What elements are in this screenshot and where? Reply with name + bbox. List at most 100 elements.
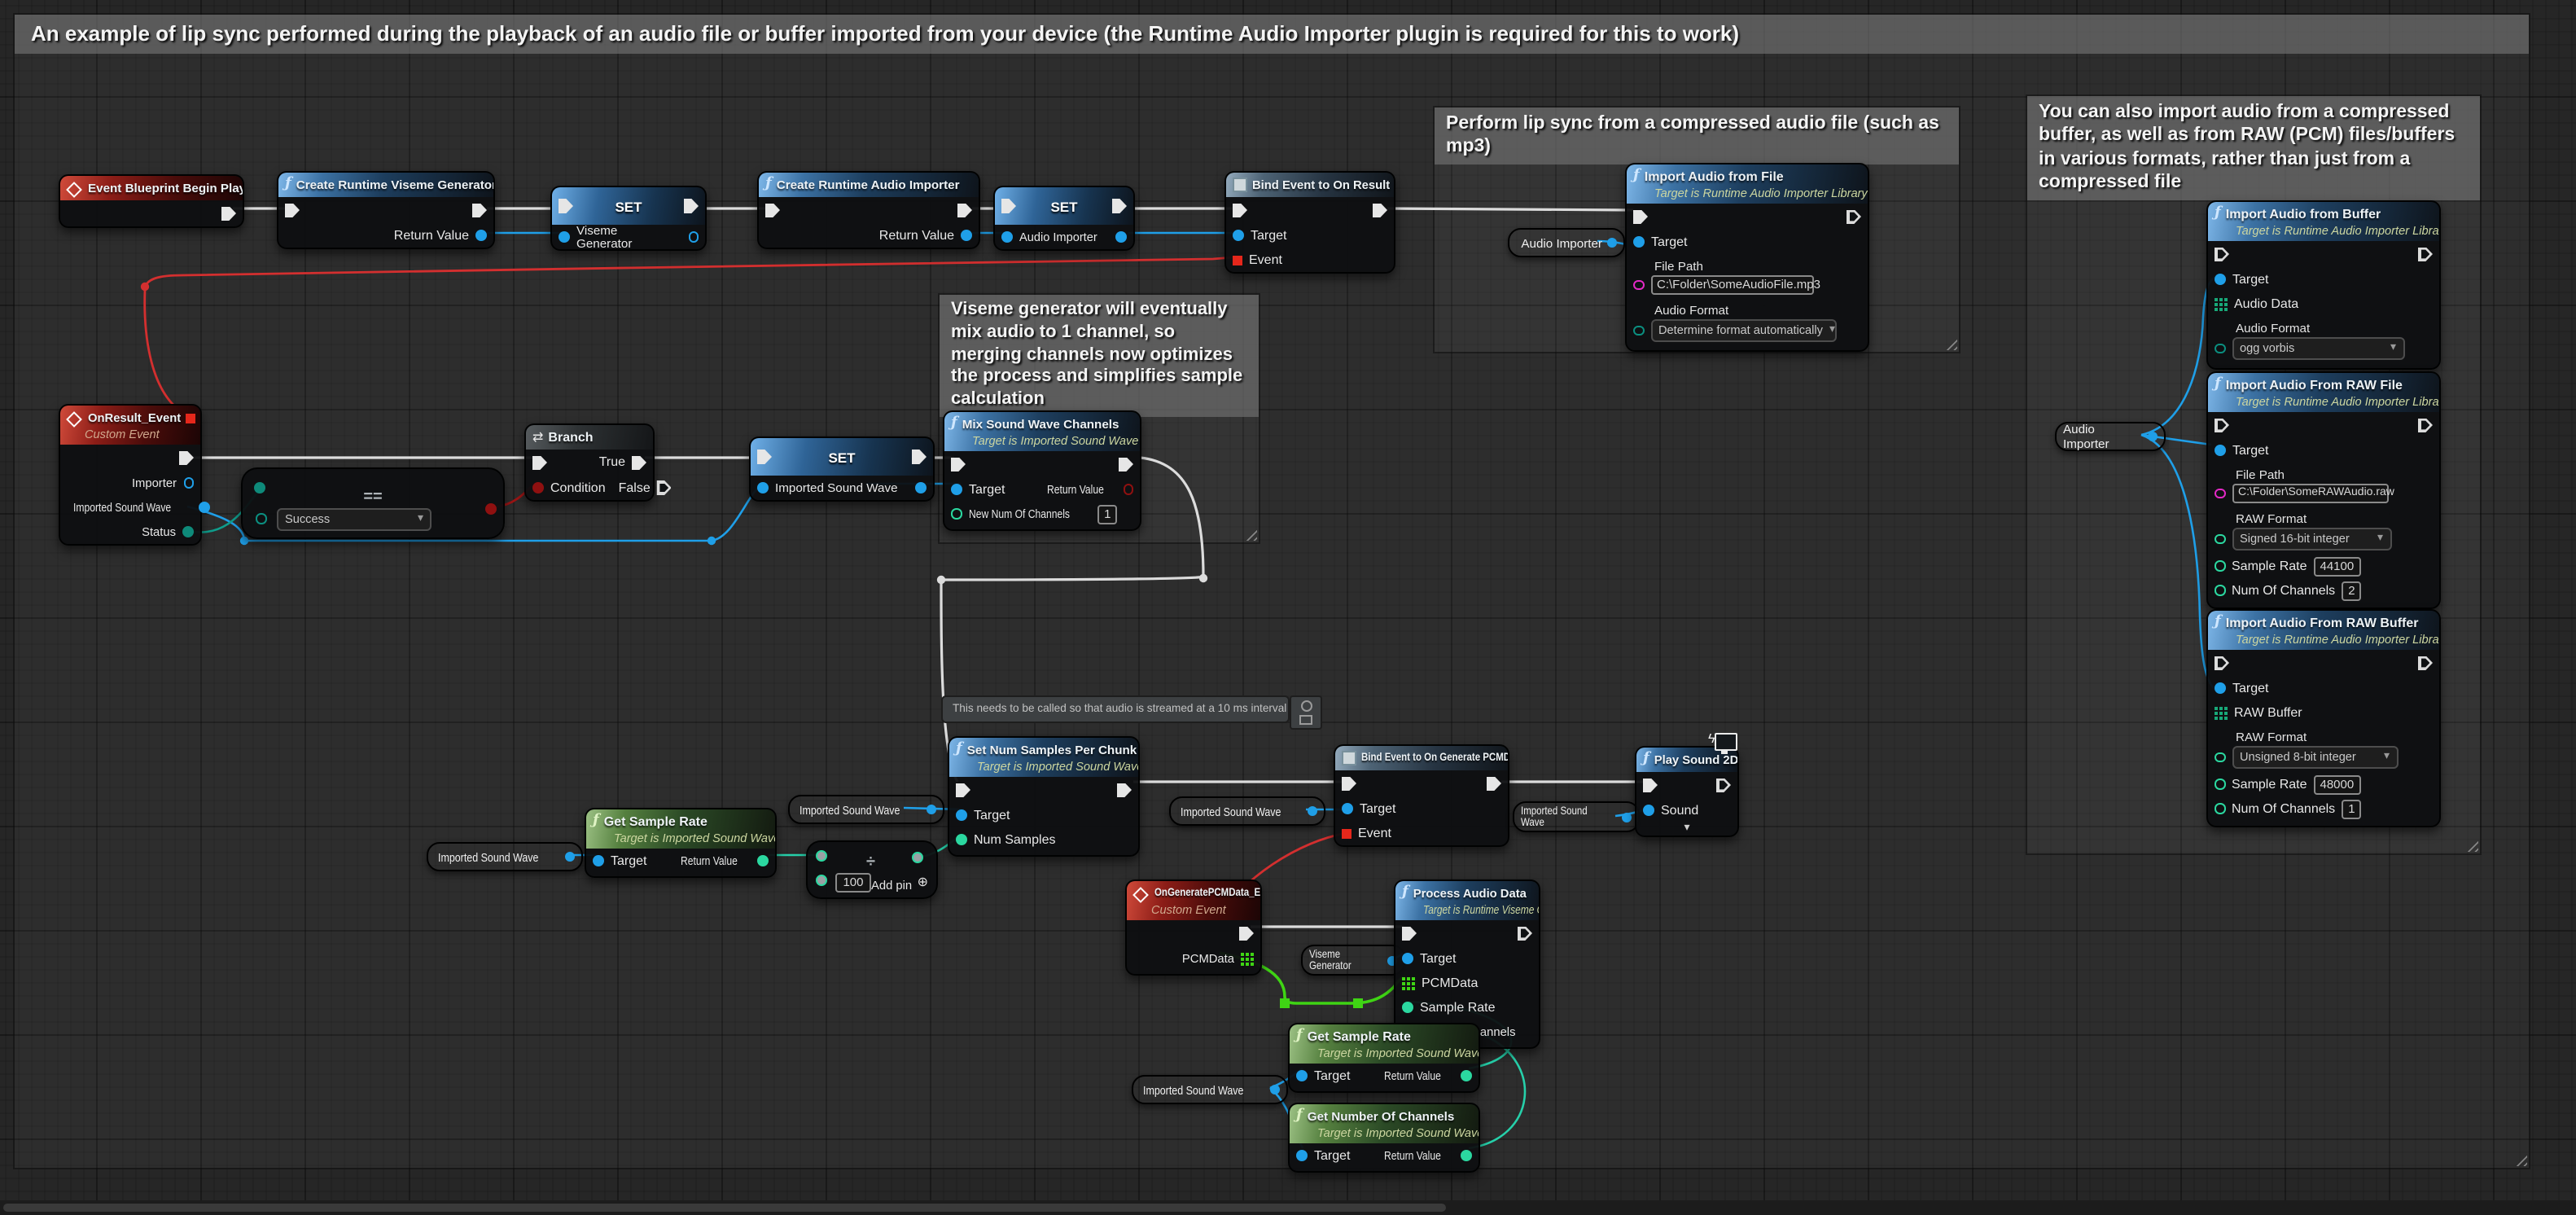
num-samples-pin[interactable] (956, 834, 967, 845)
node-get-sample-rate[interactable]: ƒ Get Sample Rate Target is Imported Sou… (585, 808, 777, 878)
comment-resize-handle[interactable] (2512, 1151, 2527, 1166)
true-exec-pin[interactable] (632, 455, 646, 470)
num-channels-field[interactable]: 1 (1097, 504, 1117, 524)
exec-in-pin[interactable] (1643, 778, 1658, 792)
return-value-pin[interactable] (1123, 485, 1133, 495)
event-delegate-pin[interactable] (1233, 255, 1242, 265)
importer-pin[interactable] (183, 478, 194, 489)
new-num-channels-pin[interactable] (951, 509, 962, 520)
sample-rate-pin[interactable] (2215, 779, 2225, 790)
result-pin[interactable] (912, 852, 923, 863)
exec-in-pin[interactable] (951, 457, 966, 472)
node-equal-enum[interactable]: == Success▾ (241, 467, 505, 539)
exec-in-pin[interactable] (2215, 656, 2229, 670)
raw-format-pin[interactable] (2215, 752, 2225, 763)
sound-pin[interactable] (1643, 805, 1654, 816)
target-pin[interactable] (2215, 274, 2226, 285)
node-create-runtime-viseme-generator[interactable]: ƒ Create Runtime Viseme Generator Return… (277, 171, 495, 249)
target-pin[interactable] (1296, 1070, 1308, 1081)
var-out-pin[interactable] (927, 805, 936, 814)
exec-out-pin[interactable] (2418, 247, 2433, 261)
horizontal-scrollbar[interactable] (0, 1200, 2576, 1215)
return-value-pin[interactable] (1461, 1150, 1472, 1161)
exec-out-pin[interactable] (1487, 776, 1501, 791)
comment-viseme-header[interactable]: Viseme generator will eventually mix aud… (940, 295, 1259, 417)
variable-pill-imported-sound-wave[interactable]: Imported Sound Wave (1513, 801, 1640, 832)
target-pin[interactable] (1233, 230, 1244, 241)
node-event-begin-play[interactable]: Event Blueprint Begin Play (59, 174, 244, 228)
comment-bubble-icon[interactable] (1299, 715, 1312, 725)
variable-pill-imported-sound-wave[interactable]: Imported Sound Wave (1132, 1075, 1288, 1104)
var-out-pin[interactable] (915, 482, 927, 493)
bool-out-pin[interactable] (485, 503, 497, 515)
pcmdata-array-pin[interactable] (1402, 976, 1415, 989)
status-pin[interactable] (182, 526, 194, 537)
comment-outer-header[interactable]: An example of lip sync performed during … (15, 15, 2529, 55)
file-path-pin[interactable] (1633, 280, 1644, 291)
exec-in-pin[interactable] (1402, 926, 1417, 941)
exec-in-pin[interactable] (285, 203, 300, 217)
delegate-pin[interactable] (186, 413, 195, 423)
target-pin[interactable] (2215, 682, 2226, 694)
raw-format-dropdown[interactable]: Signed 16-bit integer▾ (2232, 528, 2391, 550)
exec-out-pin[interactable] (2418, 656, 2433, 670)
enum-in-pin[interactable] (254, 482, 265, 493)
file-path-field[interactable]: C:\Folder\SomeRAWAudio.raw (2232, 484, 2388, 503)
num-channels-pin[interactable] (2215, 804, 2225, 814)
comment-bubble-controls[interactable] (1290, 695, 1322, 730)
variable-pill-audio-importer[interactable]: Audio Importer (2055, 422, 2166, 451)
node-set-viseme-generator[interactable]: SET Viseme Generator (550, 186, 707, 251)
sample-rate-field[interactable]: 48000 (2314, 774, 2361, 794)
var-out-pin[interactable] (565, 852, 575, 862)
exec-in-pin[interactable] (1342, 776, 1356, 791)
node-branch[interactable]: ⇄ Branch True Condition False (524, 423, 655, 502)
audio-format-dropdown[interactable]: Determine format automatically▾ (1650, 319, 1836, 342)
target-pin[interactable] (2215, 445, 2226, 456)
var-in-pin[interactable] (757, 482, 769, 493)
exec-in-pin[interactable] (765, 203, 780, 217)
variable-pill-imported-sound-wave[interactable]: Imported Sound Wave (788, 795, 944, 824)
var-out-pin[interactable] (1622, 812, 1632, 822)
node-set-imported-sound-wave[interactable]: SET Imported Sound Wave (749, 436, 935, 502)
target-pin[interactable] (1342, 803, 1353, 814)
target-pin[interactable] (1402, 953, 1413, 964)
exec-out-pin[interactable] (472, 203, 487, 217)
add-pin-label[interactable]: Add pin (871, 878, 912, 893)
exec-in-pin[interactable] (2215, 247, 2229, 261)
node-mix-sound-wave-channels[interactable]: ƒ Mix Sound Wave Channels Target is Impo… (943, 410, 1141, 531)
exec-out-pin[interactable] (179, 450, 194, 465)
target-pin[interactable] (956, 809, 967, 821)
comment-buffer-header[interactable]: You can also import audio from a compres… (2027, 96, 2480, 200)
exec-out-pin[interactable] (1239, 926, 1254, 941)
num-channels-field[interactable]: 1 (2342, 799, 2361, 818)
sample-rate-pin[interactable] (1402, 1002, 1413, 1013)
num-channels-field[interactable]: 2 (2342, 581, 2361, 600)
file-path-field[interactable]: C:\Folder\SomeAudioFile.mp3 (1650, 275, 1813, 295)
raw-format-dropdown[interactable]: Unsigned 8-bit integer▾ (2232, 746, 2398, 769)
target-pin[interactable] (1633, 236, 1645, 248)
exec-in-pin[interactable] (1233, 203, 1247, 217)
raw-format-pin[interactable] (2215, 534, 2225, 545)
sample-rate-field[interactable]: 44100 (2314, 556, 2361, 576)
var-out-pin[interactable] (688, 232, 699, 243)
comment-resize-handle[interactable] (2464, 837, 2478, 852)
node-set-num-samples-per-chunk[interactable]: ƒ Set Num Samples Per Chunk Target is Im… (948, 736, 1140, 857)
node-bind-event-to-on-result[interactable]: Bind Event to On Result Target Event (1224, 171, 1395, 274)
variable-pill-imported-sound-wave[interactable]: Imported Sound Wave (427, 842, 583, 871)
divisor-field[interactable]: 100 (835, 873, 871, 893)
node-import-audio-from-file[interactable]: ƒ Import Audio from File Target is Runti… (1625, 163, 1869, 352)
var-out-pin[interactable] (1270, 1085, 1280, 1094)
target-pin[interactable] (1296, 1150, 1308, 1161)
enum-value-pin[interactable] (256, 513, 266, 524)
audio-data-array-pin[interactable] (2215, 297, 2228, 310)
exec-out-pin[interactable] (1117, 783, 1132, 797)
target-pin[interactable] (593, 855, 604, 866)
scrollbar-thumb[interactable] (3, 1204, 1446, 1212)
var-out-pin[interactable] (1607, 238, 1617, 248)
exec-out-pin[interactable] (1119, 457, 1133, 472)
target-pin[interactable] (951, 484, 962, 495)
num-channels-pin[interactable] (2215, 586, 2225, 596)
node-on-result-event[interactable]: OnResult_Event Custom Event Importer Imp… (59, 404, 202, 546)
node-on-generate-pcmdata-event[interactable]: OnGeneratePCMData_Event Custom Event PCM… (1125, 879, 1262, 976)
var-out-pin[interactable] (1115, 231, 1127, 243)
